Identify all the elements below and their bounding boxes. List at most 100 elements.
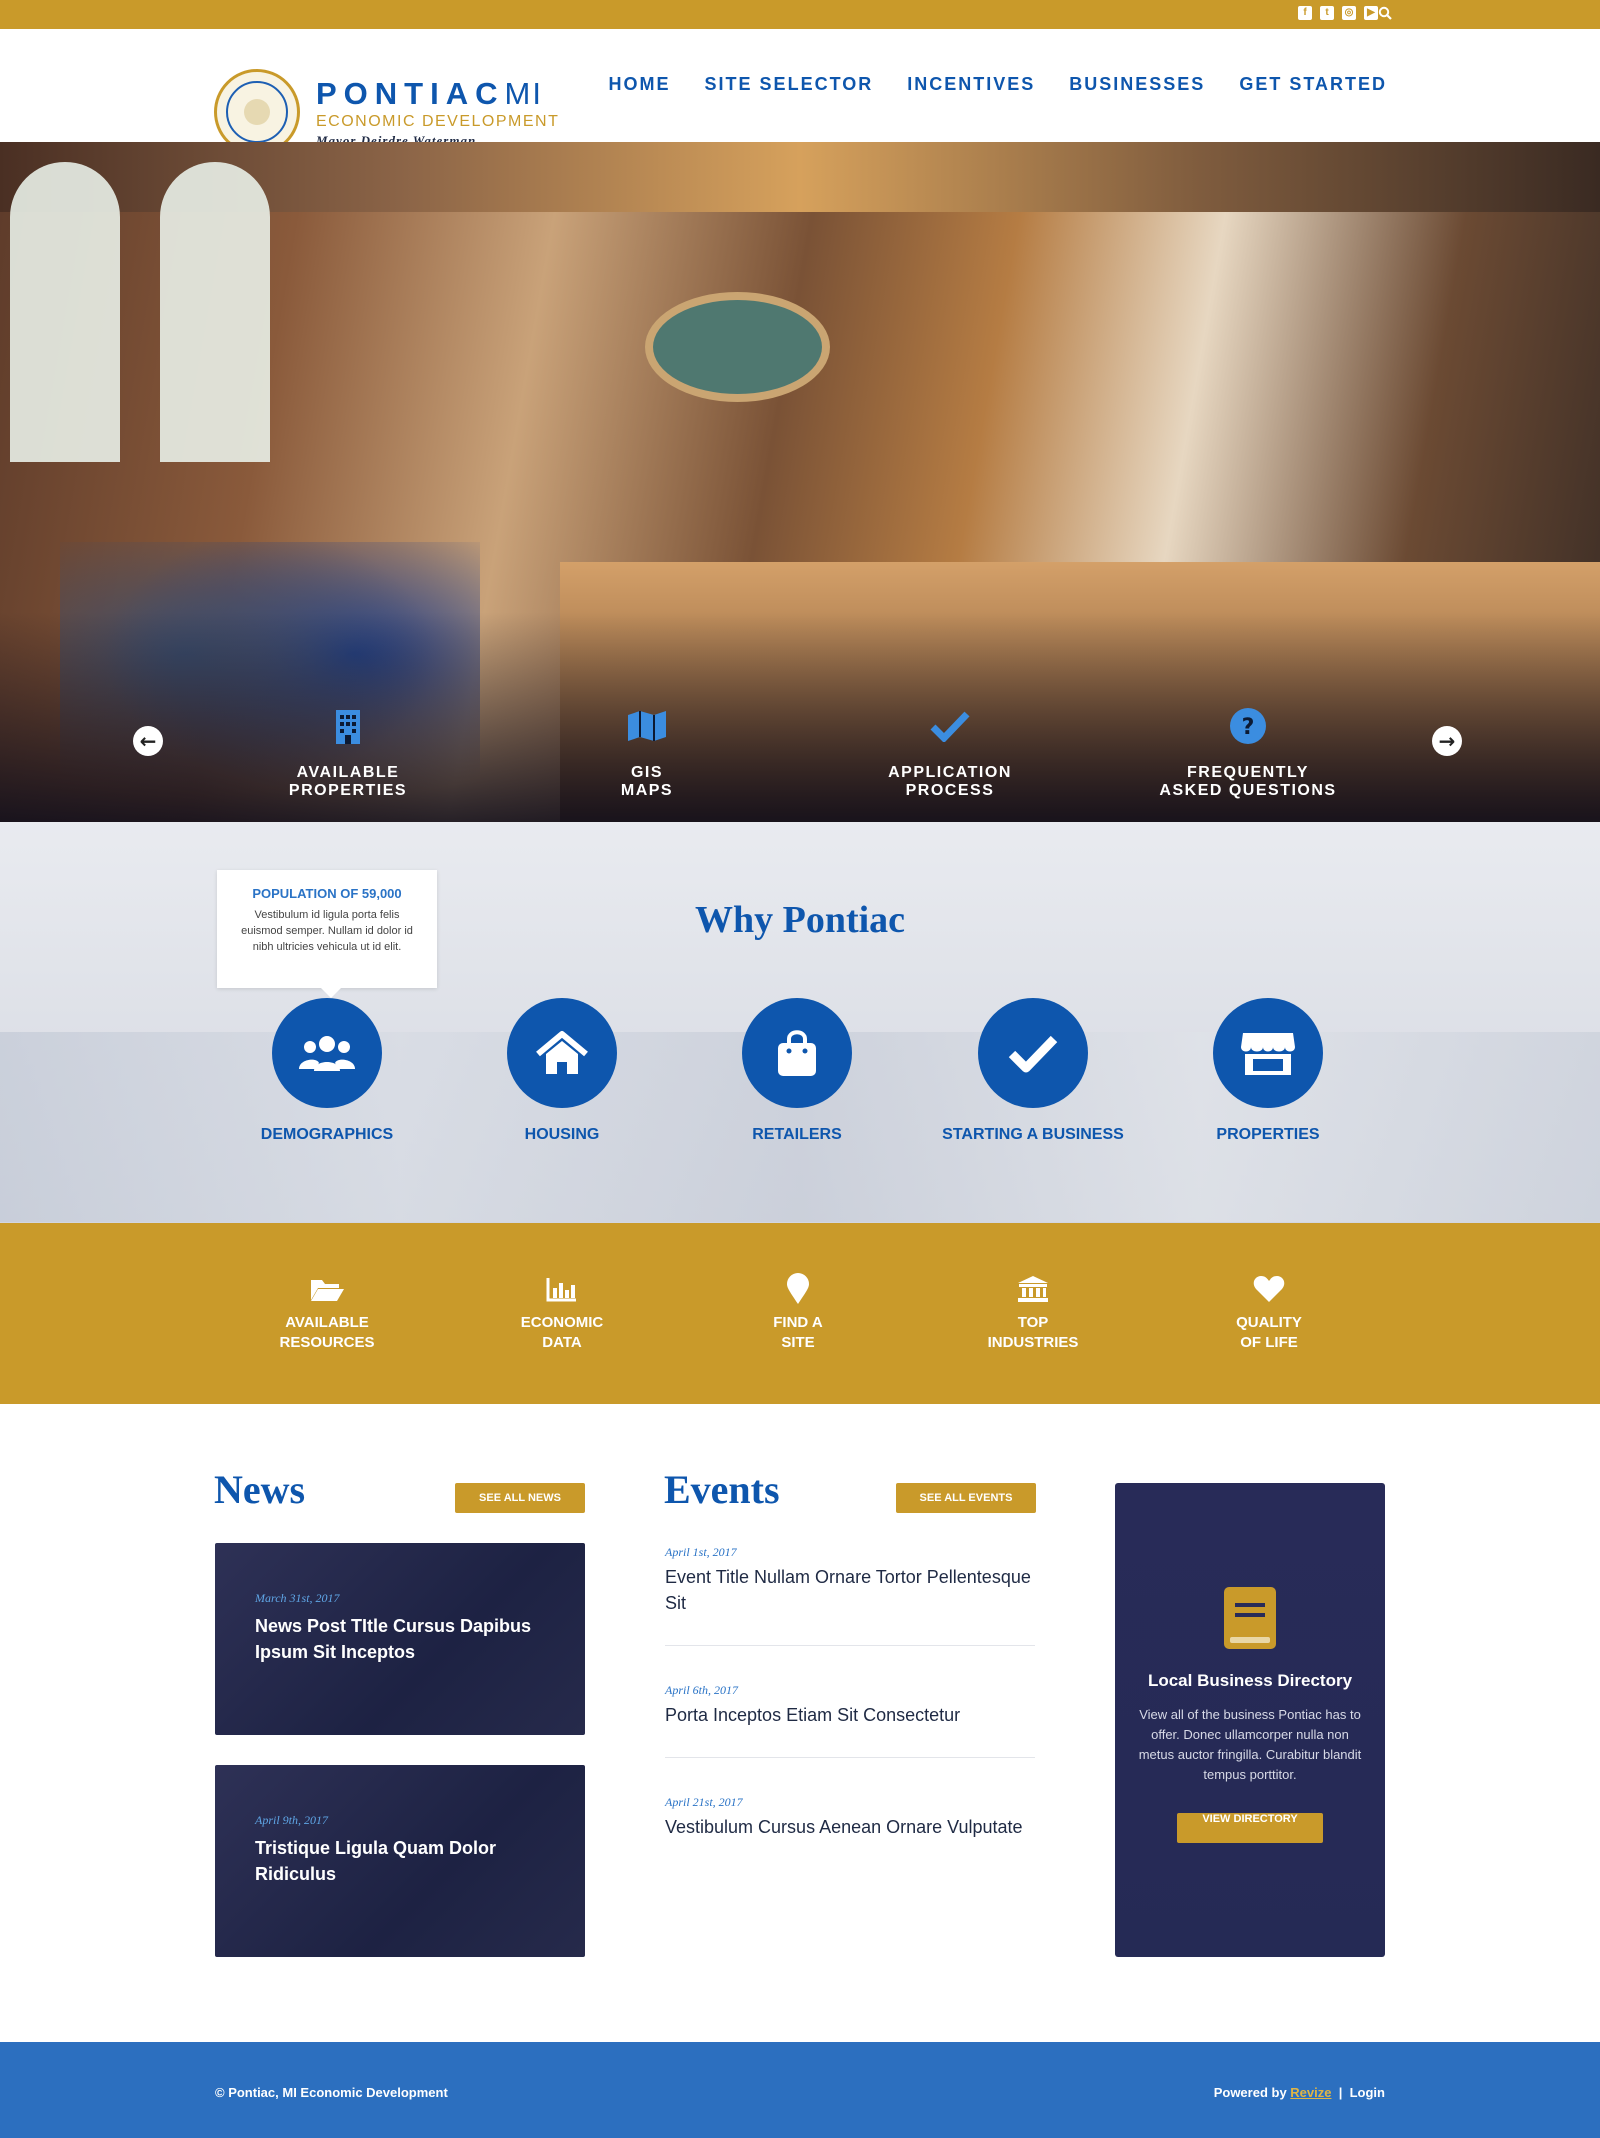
hero-link-application-process[interactable]: APPLICATION PROCESS — [840, 706, 1060, 800]
quick-link-top-industries[interactable]: TOP INDUSTRIES — [943, 1273, 1123, 1353]
why-item-label: HOUSING — [524, 1126, 600, 1143]
news-title-link[interactable]: Tristique Ligula Quam Dolor Ridiculus — [255, 1835, 555, 1887]
quick-link-available-resources[interactable]: AVAILABLE RESOURCES — [237, 1273, 417, 1353]
heart-icon — [1253, 1276, 1285, 1302]
why-pontiac-section: Why Pontiac POPULATION OF 59,000 Vestibu… — [0, 822, 1600, 1223]
social-links: f t ◎ ▶ — [1298, 6, 1378, 20]
hero-link-line2: PROPERTIES — [288, 782, 408, 799]
events-title: Events — [664, 1467, 780, 1512]
hero-link-available-properties[interactable]: AVAILABLE PROPERTIES — [238, 706, 458, 800]
youtube-icon[interactable]: ▶ — [1364, 6, 1378, 20]
hero-image-window — [160, 162, 270, 462]
event-title-link[interactable]: Event Title Nullam Ornare Tortor Pellent… — [665, 1564, 1035, 1616]
news-card[interactable]: April 9th, 2017 Tristique Ligula Quam Do… — [215, 1765, 585, 1957]
hero-link-faq[interactable]: ? FREQUENTLY ASKED QUESTIONS — [1138, 706, 1358, 800]
slider-next-button[interactable]: → — [1432, 726, 1462, 756]
event-title-link[interactable]: Porta Inceptos Etiam Sit Consectetur — [665, 1702, 1035, 1728]
news-date: April 9th, 2017 — [255, 1813, 329, 1827]
storefront-icon — [1241, 1033, 1295, 1075]
quick-link-line2: RESOURCES — [279, 1334, 375, 1351]
bank-icon — [1018, 1276, 1048, 1302]
why-item-starting-a-business[interactable]: STARTING A BUSINESS — [933, 998, 1133, 1144]
see-all-news-button[interactable]: SEE ALL NEWS — [455, 1483, 585, 1513]
event-item[interactable]: April 21st, 2017 Vestibulum Cursus Aenea… — [665, 1795, 1035, 1840]
nav-get-started[interactable]: GET STARTED — [1239, 74, 1387, 95]
nav-home[interactable]: HOME — [609, 74, 671, 95]
hero-link-line1: APPLICATION — [888, 764, 1012, 781]
news-card[interactable]: March 31st, 2017 News Post TItle Cursus … — [215, 1543, 585, 1735]
twitter-icon[interactable]: t — [1320, 6, 1334, 20]
site-header: PONTIACMI ECONOMIC DEVELOPMENT Mayor Dei… — [0, 29, 1600, 155]
nav-incentives[interactable]: INCENTIVES — [907, 74, 1035, 95]
revize-link[interactable]: Revize — [1290, 2085, 1331, 2100]
quick-link-line1: FIND A — [773, 1314, 823, 1331]
search-icon[interactable] — [1378, 6, 1392, 20]
business-directory-card: Local Business Directory View all of the… — [1115, 1483, 1385, 1957]
quick-link-line2: OF LIFE — [1240, 1334, 1298, 1351]
check-icon — [1008, 1035, 1058, 1073]
see-all-events-button[interactable]: SEE ALL EVENTS — [896, 1483, 1036, 1513]
event-date: April 6th, 2017 — [665, 1683, 739, 1697]
hero-link-gis-maps[interactable]: GIS MAPS — [537, 706, 757, 800]
news-date: March 31st, 2017 — [255, 1591, 340, 1605]
nav-businesses[interactable]: BUSINESSES — [1069, 74, 1205, 95]
tooltip-text: Vestibulum id ligula porta felis euismod… — [241, 909, 413, 953]
hero-link-line2: ASKED QUESTIONS — [1159, 782, 1337, 799]
hero-image-window — [10, 162, 120, 462]
site-footer: © Pontiac, MI Economic Development Power… — [0, 2042, 1600, 2138]
quick-link-line1: TOP — [1017, 1314, 1049, 1331]
brand-subtitle: ECONOMIC DEVELOPMENT — [316, 112, 560, 130]
why-item-label: DEMOGRAPHICS — [260, 1126, 394, 1143]
hero-slider: ← → AVAILABLE PROPERTIES GIS MAPS APPLICAT… — [0, 142, 1600, 822]
footer-separator: | — [1338, 2085, 1343, 2100]
quick-link-line1: QUALITY — [1236, 1314, 1302, 1331]
facebook-icon[interactable]: f — [1298, 6, 1312, 20]
why-item-label: RETAILERS — [752, 1126, 842, 1143]
hero-image-mirror — [645, 292, 830, 402]
main-nav: HOME SITE SELECTOR INCENTIVES BUSINESSES… — [609, 74, 1387, 95]
why-item-demographics[interactable]: DEMOGRAPHICS — [227, 998, 427, 1144]
map-pin-icon — [787, 1273, 809, 1304]
users-icon — [299, 1036, 355, 1071]
slider-prev-button[interactable]: ← — [133, 726, 163, 756]
instagram-icon[interactable]: ◎ — [1342, 6, 1356, 20]
bar-chart-icon — [546, 1278, 576, 1302]
nav-site-selector[interactable]: SITE SELECTOR — [705, 74, 874, 95]
event-divider — [665, 1757, 1035, 1758]
population-tooltip: POPULATION OF 59,000 Vestibulum id ligul… — [217, 870, 437, 998]
quick-link-economic-data[interactable]: ECONOMIC DATA — [472, 1273, 652, 1353]
event-item[interactable]: April 1st, 2017 Event Title Nullam Ornar… — [665, 1545, 1035, 1616]
footer-links: Powered by Revize | Login — [1214, 2085, 1385, 2100]
directory-description: View all of the business Pontiac has to … — [1138, 1707, 1362, 1782]
map-icon — [628, 711, 666, 741]
quick-link-line2: SITE — [781, 1334, 815, 1351]
building-icon — [336, 710, 360, 744]
event-title-link[interactable]: Vestibulum Cursus Aenean Ornare Vulputat… — [665, 1814, 1035, 1840]
folder-icon — [311, 1280, 344, 1301]
brand-name: PONTIACMI — [316, 75, 543, 111]
svg-text:?: ? — [1242, 715, 1255, 740]
login-link[interactable]: Login — [1350, 2085, 1385, 2100]
why-item-label: PROPERTIES — [1216, 1126, 1320, 1143]
quick-link-line1: ECONOMIC — [520, 1314, 604, 1331]
event-divider — [665, 1645, 1035, 1646]
hero-link-line1: AVAILABLE — [296, 764, 400, 781]
why-item-label: STARTING A BUSINESS — [942, 1126, 1124, 1143]
news-title: News — [214, 1467, 306, 1512]
quick-link-line1: AVAILABLE — [285, 1314, 369, 1331]
quick-link-find-a-site[interactable]: FIND A SITE — [708, 1273, 888, 1353]
directory-title: Local Business Directory — [1147, 1671, 1353, 1690]
copyright-text: © Pontiac, MI Economic Development — [215, 2085, 448, 2100]
quick-link-line2: DATA — [542, 1334, 582, 1351]
event-date: April 1st, 2017 — [665, 1545, 737, 1559]
view-directory-button[interactable]: VIEW DIRECTORY — [1177, 1813, 1323, 1843]
why-item-properties[interactable]: PROPERTIES — [1168, 998, 1368, 1144]
checkmark-icon — [930, 711, 970, 742]
event-item[interactable]: April 6th, 2017 Porta Inceptos Etiam Sit… — [665, 1683, 1035, 1728]
news-title-link[interactable]: News Post TItle Cursus Dapibus Ipsum Sit… — [255, 1613, 555, 1665]
why-item-housing[interactable]: HOUSING — [462, 998, 662, 1144]
quick-links-bar: AVAILABLE RESOURCES ECONOMIC DATA FIND A SI… — [0, 1223, 1600, 1404]
hero-link-line1: GIS — [630, 764, 664, 781]
quick-link-quality-of-life[interactable]: QUALITY OF LIFE — [1179, 1273, 1359, 1353]
why-item-retailers[interactable]: RETAILERS — [697, 998, 897, 1144]
